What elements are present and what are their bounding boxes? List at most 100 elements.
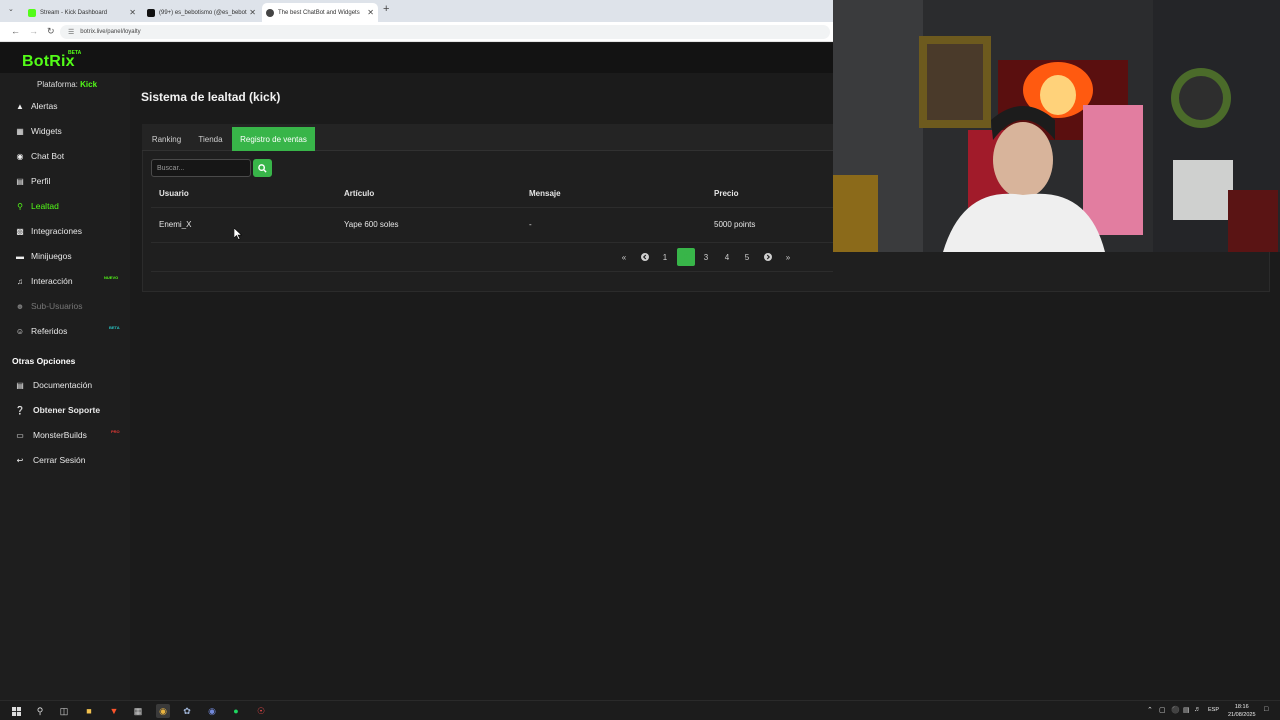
sidebar-item-perfil[interactable]: ▤ Perfil — [15, 174, 50, 188]
network-icon[interactable]: ▤ — [1183, 706, 1190, 714]
usb-icon[interactable]: ▢ — [1159, 706, 1166, 714]
mouse-cursor-icon — [234, 228, 242, 240]
new-badge: NUEVO — [104, 275, 119, 280]
browser-tab-botrix[interactable]: The best ChatBot and Widgets ✕ — [262, 3, 378, 22]
new-tab-icon[interactable]: + — [383, 3, 389, 15]
language-indicator[interactable]: ESP — [1208, 707, 1219, 713]
tray-chevron-icon[interactable]: ⌃ — [1147, 706, 1153, 714]
obs-icon[interactable]: ☉ — [254, 704, 268, 718]
tab-search-chevron-icon[interactable]: ⌄ — [8, 5, 14, 13]
sidebar-item-referidos[interactable]: ☺ Referidos — [15, 324, 67, 338]
notifications-icon[interactable]: □ — [1264, 706, 1268, 713]
sidebar-item-label: Cerrar Sesión — [33, 455, 86, 465]
site-info-icon[interactable]: ☰ — [68, 28, 74, 36]
logo-beta-badge: BETA — [68, 50, 82, 56]
trophy-icon: ⚲ — [17, 201, 23, 211]
sidebar-item-label: Sub-Usuarios — [31, 301, 83, 311]
microphone-icon[interactable]: ⚫ — [1171, 706, 1180, 714]
cell-articulo: Yape 600 soles — [344, 220, 399, 229]
page-1[interactable]: 1 — [656, 248, 674, 266]
sidebar-item-label: MonsterBuilds — [33, 430, 87, 440]
search-button[interactable] — [253, 159, 272, 177]
close-tab-icon[interactable]: ✕ — [129, 8, 136, 17]
chrome-icon[interactable]: ◉ — [156, 704, 170, 718]
webcam-overlay — [833, 0, 1280, 252]
logout-icon: ↩ — [16, 455, 24, 465]
sidebar-item-lealtad[interactable]: ⚲ Lealtad — [15, 199, 59, 213]
prev-page-icon[interactable] — [636, 248, 654, 266]
address-bar[interactable]: ☰ botrix.live/panel/loyalty — [60, 25, 830, 39]
sidebar-item-widgets[interactable]: ▦ Widgets — [15, 124, 62, 138]
close-tab-icon[interactable]: ✕ — [249, 8, 256, 17]
x-favicon-icon — [147, 8, 155, 17]
first-page-icon[interactable]: « — [615, 248, 633, 266]
table-divider — [151, 207, 833, 208]
search-icon[interactable]: ⚲ — [33, 704, 47, 718]
sidebar-item-cerrar-sesion[interactable]: ↩ Cerrar Sesión — [15, 453, 86, 467]
column-header-mensaje[interactable]: Mensaje — [529, 189, 561, 198]
column-header-usuario[interactable]: Usuario — [159, 189, 189, 198]
sidebar-item-label: Interacción — [31, 276, 73, 286]
sidebar-item-label: Chat Bot — [31, 151, 65, 161]
gamepad-icon: ▬ — [16, 251, 24, 261]
tab-ranking[interactable]: Ranking — [143, 127, 190, 151]
book-icon: ▤ — [16, 380, 24, 390]
sidebar-item-chat-bot[interactable]: ◉ Chat Bot — [15, 149, 65, 163]
task-view-icon[interactable]: ◫ — [57, 704, 71, 718]
steam-icon[interactable]: ✿ — [180, 704, 194, 718]
sidebar-item-obtener-soporte[interactable]: ❔ Obtener Soporte — [15, 403, 100, 417]
platform-label: Plataforma: — [37, 80, 78, 89]
warning-icon: ▲ — [16, 101, 24, 111]
id-card-icon: ▤ — [16, 176, 24, 186]
browser-tab-kick-dashboard[interactable]: Stream - Kick Dashboard ✕ — [24, 3, 140, 22]
tab-registro-de-ventas[interactable]: Registro de ventas — [232, 127, 315, 151]
sidebar-item-interaccion[interactable]: ♫ Interacción — [15, 274, 73, 288]
section-title-other-options: Otras Opciones — [12, 356, 76, 366]
page-5[interactable]: 5 — [738, 248, 756, 266]
back-arrow-icon[interactable]: ← — [11, 26, 20, 36]
table-divider — [151, 242, 833, 243]
brave-browser-icon[interactable]: ▼ — [107, 704, 121, 718]
beta-badge: BETA — [109, 325, 120, 330]
clock-time: 18:16 — [1234, 704, 1249, 710]
page-3[interactable]: 3 — [697, 248, 715, 266]
discord-icon[interactable]: ◉ — [205, 704, 219, 718]
column-header-articulo[interactable]: Artículo — [344, 189, 374, 198]
next-page-icon[interactable] — [759, 248, 777, 266]
volume-icon[interactable]: ♬ — [1194, 706, 1201, 713]
cell-mensaje: - — [529, 220, 532, 229]
referral-icon: ☺ — [15, 326, 25, 336]
sidebar-item-integraciones[interactable]: ▩ Integraciones — [15, 224, 82, 238]
page-header — [0, 43, 833, 73]
search-input[interactable] — [151, 159, 251, 177]
page-4[interactable]: 4 — [718, 248, 736, 266]
tab-tienda[interactable]: Tienda — [190, 127, 231, 151]
reload-icon[interactable]: ↻ — [47, 26, 55, 37]
windows-start-icon[interactable] — [9, 704, 23, 718]
clock-date: 21/08/2025 — [1228, 712, 1256, 718]
clock[interactable]: 18:16 21/08/2025 — [1228, 703, 1256, 719]
spotify-icon[interactable]: ● — [229, 704, 243, 718]
browser-tab-x[interactable]: (99+) es_bebotismo (@es_bebot ✕ — [143, 3, 260, 22]
app-logo[interactable]: BotRix — [22, 53, 75, 71]
sidebar-item-documentacion[interactable]: ▤ Documentación — [15, 378, 92, 392]
page-2-current[interactable]: 2 — [677, 248, 695, 266]
store-icon[interactable]: ▦ — [131, 704, 145, 718]
sidebar-item-minijuegos[interactable]: ▬ Minijuegos — [15, 249, 72, 263]
forward-arrow-icon[interactable]: → — [29, 26, 38, 36]
sidebar-item-label: Documentación — [33, 380, 93, 390]
pro-badge: PRO — [111, 429, 120, 434]
integration-icon: ▩ — [16, 226, 24, 236]
tab-label: Stream - Kick Dashboard — [40, 9, 108, 16]
help-icon: ❔ — [15, 405, 25, 415]
laptop-icon: ▭ — [16, 430, 24, 440]
file-explorer-icon[interactable]: ■ — [82, 704, 96, 718]
sidebar-item-alertas[interactable]: ▲ Alertas — [15, 99, 57, 113]
sidebar-item-monsterbuilds[interactable]: ▭ MonsterBuilds — [15, 428, 87, 442]
robot-icon: ◉ — [16, 151, 24, 161]
last-page-icon[interactable]: » — [779, 248, 797, 266]
botrix-favicon-icon — [266, 8, 274, 17]
close-tab-icon[interactable]: ✕ — [367, 8, 374, 17]
cell-precio: 5000 points — [714, 220, 756, 229]
column-header-precio[interactable]: Precio — [714, 189, 738, 198]
